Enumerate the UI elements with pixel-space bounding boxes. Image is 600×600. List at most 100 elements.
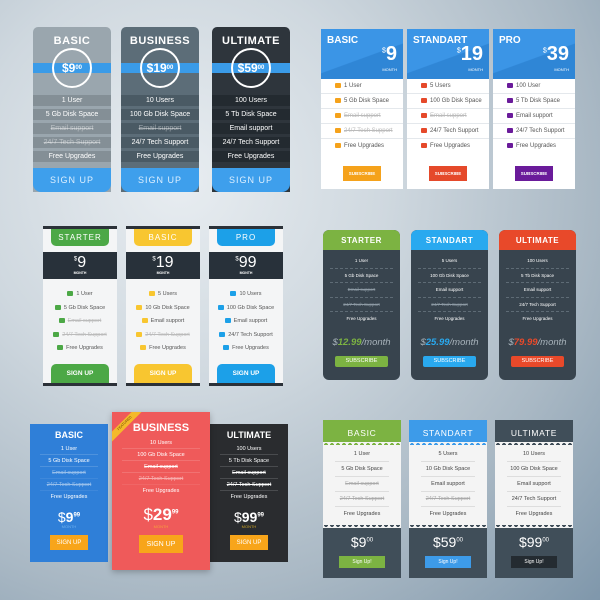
feature-item: Email support: [321, 109, 403, 124]
headset-icon: [136, 331, 143, 337]
price-cents: 00: [456, 537, 464, 544]
sign-up-button[interactable]: Sign Up!: [511, 556, 557, 568]
feature-item: Free Upgrades: [126, 345, 200, 359]
sign-up-button[interactable]: SIGN UP: [230, 535, 268, 550]
mail-icon: [421, 112, 427, 118]
feature-item: Email support: [220, 467, 278, 479]
sign-up-button[interactable]: SIGN UP: [121, 168, 199, 192]
shield-icon: [140, 345, 147, 351]
feature-item: 100 Users: [212, 95, 290, 106]
period: MONTH: [73, 271, 87, 275]
plan-card-standart: STANDART 5 Users 10 Gb Disk Space Email …: [409, 420, 487, 578]
cloud-icon: [217, 304, 224, 310]
feature-item: 24/7 Tech Support: [421, 492, 475, 507]
pricing-set-3: STARTER $9 MONTH 1 User 5 Gb Disk Space E…: [43, 226, 283, 386]
feature-item: 10 Gb Disk Space: [421, 462, 475, 477]
feature-text: 10 Users: [239, 291, 262, 297]
feature-item: 5 Gb Disk Space: [330, 269, 393, 283]
price-value: 99: [526, 534, 543, 550]
period: MONTH: [239, 271, 253, 275]
sign-up-button[interactable]: SIGN UP: [51, 364, 109, 383]
sign-up-button[interactable]: Sign Up!: [425, 556, 471, 568]
feature-item: 100 Gb Disk Space: [407, 94, 489, 109]
feature-item: Free Upgrades: [142, 488, 180, 494]
mail-icon: [507, 112, 513, 118]
feature-item: 24/7 Tech Support: [335, 492, 389, 507]
sign-up-button[interactable]: SIGN UP: [33, 168, 111, 192]
feature-text: 10 Gb Disk Space: [145, 304, 190, 311]
shield-icon: [335, 142, 341, 148]
price: $999: [30, 509, 108, 525]
feature-item: Email support: [209, 318, 283, 332]
subscribe-button[interactable]: SUBSCRIBE: [343, 166, 381, 181]
feature-list: 5 Users 10 Gb Disk Space Email support 2…: [126, 291, 200, 359]
feature-item: Free Upgrades: [515, 511, 553, 517]
price-block: $19 MONTH: [126, 252, 200, 279]
price-value: 9: [77, 254, 87, 271]
headset-icon: [421, 127, 427, 133]
feature-item: 24/7 Tech Support: [507, 492, 561, 507]
feature-item: Free Upgrades: [209, 345, 283, 359]
cloud-icon: [421, 97, 427, 103]
price: $2999: [112, 505, 210, 525]
mail-icon: [224, 318, 231, 324]
feature-text: 1 User: [344, 83, 362, 89]
subscribe-button[interactable]: SUBSCRIBE: [423, 355, 476, 367]
sign-up-button[interactable]: SIGN UP: [217, 364, 275, 383]
feature-item: 5 Gb Disk Space: [40, 455, 98, 467]
feature-text: Free Upgrades: [344, 143, 385, 149]
feature-text: Email support: [516, 113, 553, 119]
feature-item: 100 Gb Disk Space: [418, 269, 481, 283]
price: $19: [457, 43, 483, 66]
price: $99: [209, 254, 283, 272]
feature-text: Email support: [430, 113, 467, 119]
plan-title: PRO: [217, 229, 275, 246]
feature-list: 1 User 5 Gb Disk Space Email support 24/…: [43, 291, 117, 359]
user-icon: [335, 82, 341, 88]
subscribe-button[interactable]: SUBSCRIBE: [429, 166, 467, 181]
feature-item: 5 Tb Disk Space: [506, 269, 569, 283]
feature-item: 24/7 Tech Support: [40, 479, 98, 491]
price-cents: 00: [75, 65, 83, 71]
feature-list: 5 Users 10 Gb Disk Space Email support 2…: [409, 445, 487, 528]
plan-card-ultimate: ULTIMATE 100 Users 5 Tb Disk Space Email…: [210, 424, 288, 562]
sign-up-button[interactable]: SIGN UP: [212, 168, 290, 192]
subscribe-button[interactable]: SUBSCRIBE: [335, 355, 388, 367]
feature-text: 24/7 Tech Support: [430, 128, 479, 134]
pricing-set-1: BASIC $9 00 1 User 5 Gb Disk Space Email …: [33, 27, 293, 192]
period: MONTH: [241, 524, 257, 529]
currency: $: [57, 509, 66, 525]
price: $9: [382, 43, 397, 66]
shield-icon: [507, 142, 513, 148]
plan-card-business: FEATURED BUSINESS 10 Users 100 Gb Disk S…: [112, 412, 210, 570]
feature-item: 24/7 Tech Support: [330, 298, 393, 312]
feature-item: 24/7 Tech Support: [43, 332, 117, 346]
plan-title: BASIC: [54, 430, 83, 440]
feature-item: 10 Users: [209, 291, 283, 305]
plan-title: STARTER: [51, 229, 109, 246]
user-icon: [421, 82, 427, 88]
period: MONTH: [468, 67, 483, 72]
price: $19: [126, 254, 200, 272]
sign-up-button[interactable]: SIGN UP: [50, 535, 88, 550]
price-cents: 99: [171, 509, 179, 516]
subscribe-button[interactable]: SUBSCRIBE: [515, 166, 553, 181]
feature-item: Email support: [421, 477, 475, 492]
feature-item: 10 Users: [507, 447, 561, 462]
feature-item: Email support: [493, 109, 575, 124]
sign-up-button[interactable]: Sign Up!: [339, 556, 385, 568]
sign-up-button[interactable]: SIGN UP: [139, 535, 183, 553]
feature-item: Email support: [121, 123, 199, 134]
period: MONTH: [61, 524, 77, 529]
price-value: 19: [460, 43, 483, 65]
feature-item: 24/7 Tech Support: [506, 298, 569, 312]
feature-item: 10 Gb Disk Space: [126, 305, 200, 319]
price-value: 19: [155, 254, 174, 271]
period: MONTH: [554, 67, 569, 72]
price: $59: [237, 61, 258, 75]
sign-up-button[interactable]: SIGN UP: [134, 364, 192, 383]
subscribe-button[interactable]: SUBSCRIBE: [511, 355, 564, 367]
plan-card-basic: BASIC $9 MONTH 1 User 5 Gb Disk Space Em…: [321, 29, 403, 189]
feature-item: 100 Users: [220, 443, 278, 455]
feature-item: Free Upgrades: [434, 316, 465, 321]
